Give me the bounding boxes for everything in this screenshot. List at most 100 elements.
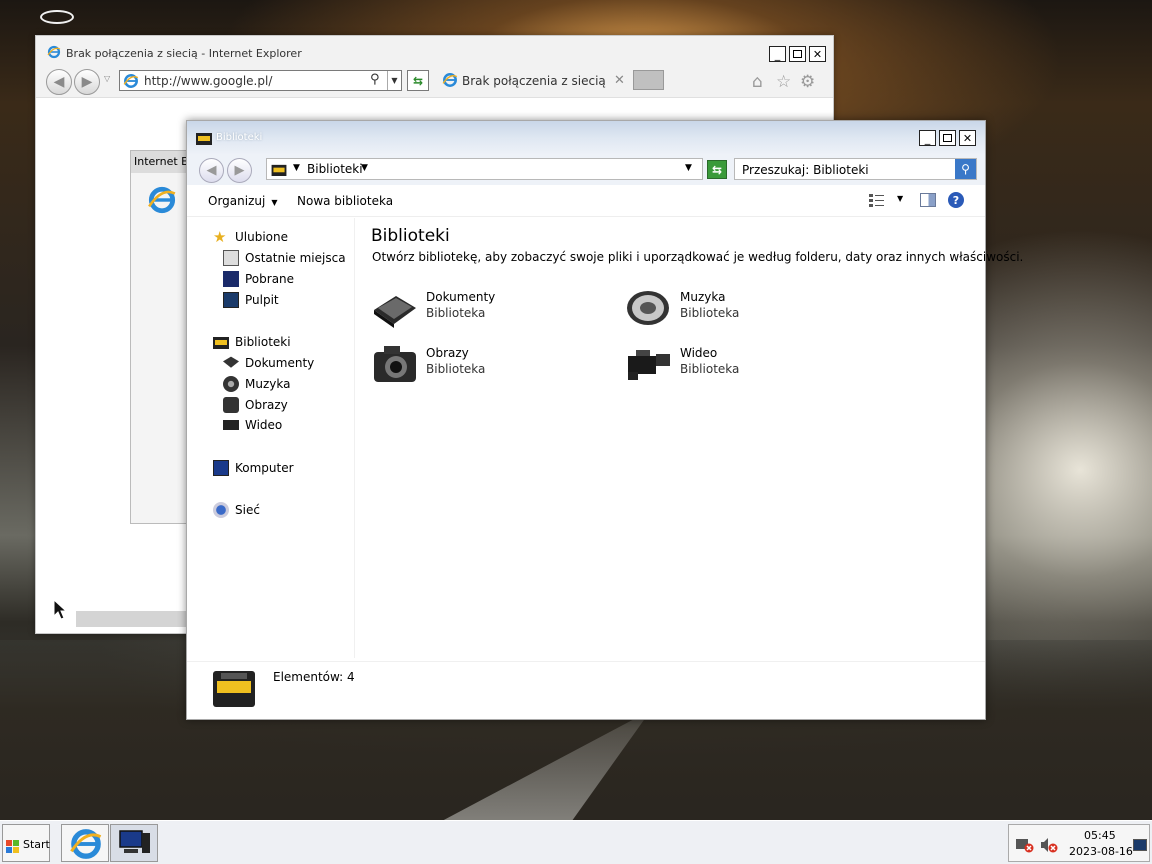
address-dropdown-icon[interactable]: ▼: [387, 71, 401, 90]
ie-inner-dialog-title: Internet Explorer: [131, 151, 189, 173]
clock-date[interactable]: 2023-08-16: [1069, 845, 1133, 858]
system-tray: 05:45 2023-08-16: [1008, 824, 1150, 862]
library-name: Muzyka: [680, 290, 726, 304]
nav-label: Ostatnie miejsca: [245, 251, 346, 265]
network-disconnected-icon[interactable]: [1016, 837, 1034, 853]
search-icon[interactable]: ⚲: [370, 72, 380, 87]
nav-item-pictures[interactable]: Obrazy: [223, 397, 288, 413]
library-type: Biblioteka: [426, 306, 486, 320]
nav-item-network[interactable]: Sieć: [213, 502, 260, 518]
explorer-titlebar[interactable]: Biblioteki _ ✕: [187, 121, 985, 155]
video-camera-icon: [223, 420, 239, 430]
content-description: Otwórz bibliotekę, aby zobaczyć swoje pl…: [372, 250, 1024, 264]
videos-library-icon: [628, 350, 670, 380]
new-library-button[interactable]: Nowa biblioteka: [297, 194, 393, 208]
compatibility-refresh-button[interactable]: ⇆: [407, 70, 429, 91]
content-title: Biblioteki: [371, 226, 450, 246]
search-placeholder: Przeszukaj: Biblioteki: [742, 163, 869, 177]
explorer-window-title: Biblioteki: [216, 132, 263, 143]
search-button[interactable]: ⚲: [955, 159, 976, 179]
organize-label: Organizuj: [208, 194, 266, 208]
maximize-button[interactable]: [939, 130, 956, 146]
home-icon[interactable]: ⌂: [752, 72, 763, 92]
ie-tab-icon: [442, 73, 458, 87]
music-library-icon: [627, 291, 669, 325]
nav-label: Pulpit: [245, 293, 279, 307]
library-item-videos[interactable]: Wideo Biblioteka: [626, 342, 866, 388]
forward-button[interactable]: ▶: [227, 158, 252, 183]
library-folder-icon: [213, 337, 229, 349]
nav-item-recent[interactable]: Ostatnie miejsca: [223, 250, 346, 266]
close-icon: ✕: [812, 47, 823, 61]
organize-menu[interactable]: Organizuj ▼: [208, 194, 277, 208]
start-button[interactable]: Start: [2, 824, 50, 862]
back-arrow-icon: ◀: [53, 74, 65, 90]
tab-label: Brak połączenia z siecią: [462, 74, 606, 88]
minimize-button[interactable]: _: [769, 46, 786, 62]
breadcrumb-arrow-icon[interactable]: ▼: [361, 163, 368, 173]
nav-item-documents[interactable]: Dokumenty: [223, 355, 314, 371]
library-name: Obrazy: [426, 346, 469, 360]
library-item-pictures[interactable]: Obrazy Biblioteka: [372, 342, 612, 388]
address-text: http://www.google.pl/: [144, 74, 273, 88]
preview-pane-icon[interactable]: [920, 193, 936, 207]
ie-window-title: Brak połączenia z siecią - Internet Expl…: [66, 47, 302, 60]
library-item-documents[interactable]: Dokumenty Biblioteka: [372, 286, 612, 332]
library-type: Biblioteka: [680, 362, 740, 376]
nav-item-favorites[interactable]: ★ Ulubione: [213, 229, 288, 245]
refresh-button[interactable]: ⇆: [707, 160, 727, 179]
view-dropdown-icon[interactable]: ▼: [897, 194, 903, 203]
new-tab-button[interactable]: [633, 70, 664, 90]
minimize-icon: _: [774, 47, 781, 61]
horizontal-scrollbar[interactable]: [76, 611, 188, 627]
help-icon[interactable]: ?: [948, 192, 964, 208]
nav-item-libraries[interactable]: Biblioteki: [213, 334, 291, 350]
back-button[interactable]: ◀: [46, 69, 72, 95]
close-button[interactable]: ✕: [959, 130, 976, 146]
address-bar[interactable]: http://www.google.pl/ ⚲ ▼: [119, 70, 402, 91]
documents-icon: [223, 356, 239, 368]
minimize-button[interactable]: _: [919, 130, 936, 146]
star-icon: ★: [213, 228, 227, 246]
nav-label: Sieć: [235, 503, 260, 517]
breadcrumb-arrow-icon[interactable]: ▼: [293, 163, 300, 173]
tab-close-icon[interactable]: ✕: [614, 73, 625, 88]
network-icon: [213, 502, 229, 518]
library-item-music[interactable]: Muzyka Biblioteka: [626, 286, 866, 332]
view-options-icon[interactable]: [869, 193, 885, 207]
tab-no-connection[interactable]: Brak połączenia z siecią ✕: [440, 70, 634, 94]
taskbar-explorer[interactable]: [110, 824, 158, 862]
nav-item-computer[interactable]: Komputer: [213, 460, 294, 476]
content-area: Biblioteki Otwórz bibliotekę, aby zobacz…: [357, 218, 1023, 658]
explorer-navbar: ◀ ▶ ▼ Biblioteki ▼ ▼ ⇆ Przeszukaj: Bibli…: [187, 155, 985, 185]
forward-arrow-icon: ▶: [81, 74, 93, 90]
explorer-window-controls: _ ✕: [919, 130, 979, 147]
ie-logo-icon: [47, 45, 61, 59]
forward-button[interactable]: ▶: [74, 69, 100, 95]
forward-arrow-icon: ▶: [234, 163, 245, 178]
back-button[interactable]: ◀: [199, 158, 224, 183]
desktop-ring-icon[interactable]: [40, 10, 74, 24]
library-folder-icon: [196, 133, 212, 145]
maximize-button[interactable]: [789, 46, 806, 62]
show-desktop-button[interactable]: [1133, 839, 1147, 851]
nav-item-videos[interactable]: Wideo: [223, 418, 282, 432]
explorer-window: Biblioteki _ ✕ ◀ ▶ ▼ Biblioteki ▼ ▼ ⇆ Pr…: [186, 120, 1023, 720]
taskbar-internet-explorer[interactable]: [61, 824, 109, 862]
address-dropdown-icon[interactable]: ▼: [685, 163, 692, 173]
nav-item-music[interactable]: Muzyka: [223, 376, 290, 392]
search-input[interactable]: Przeszukaj: Biblioteki ⚲: [734, 158, 977, 180]
settings-gear-icon[interactable]: ⚙: [800, 72, 815, 92]
explorer-address-bar[interactable]: ▼ Biblioteki ▼ ▼: [266, 158, 703, 180]
breadcrumb-libraries[interactable]: Biblioteki: [307, 162, 363, 176]
history-dropdown-icon[interactable]: ▽: [104, 74, 110, 83]
nav-item-downloads[interactable]: Pobrane: [223, 271, 294, 287]
ie-titlebar[interactable]: Brak połączenia z siecią - Internet Expl…: [36, 36, 833, 62]
library-name: Wideo: [680, 346, 718, 360]
favorites-star-icon[interactable]: ☆: [776, 72, 791, 92]
volume-muted-icon[interactable]: [1040, 837, 1058, 853]
documents-library-icon: [374, 296, 416, 328]
close-button[interactable]: ✕: [809, 46, 826, 62]
clock-time[interactable]: 05:45: [1084, 829, 1116, 842]
nav-item-desktop[interactable]: Pulpit: [223, 292, 279, 308]
